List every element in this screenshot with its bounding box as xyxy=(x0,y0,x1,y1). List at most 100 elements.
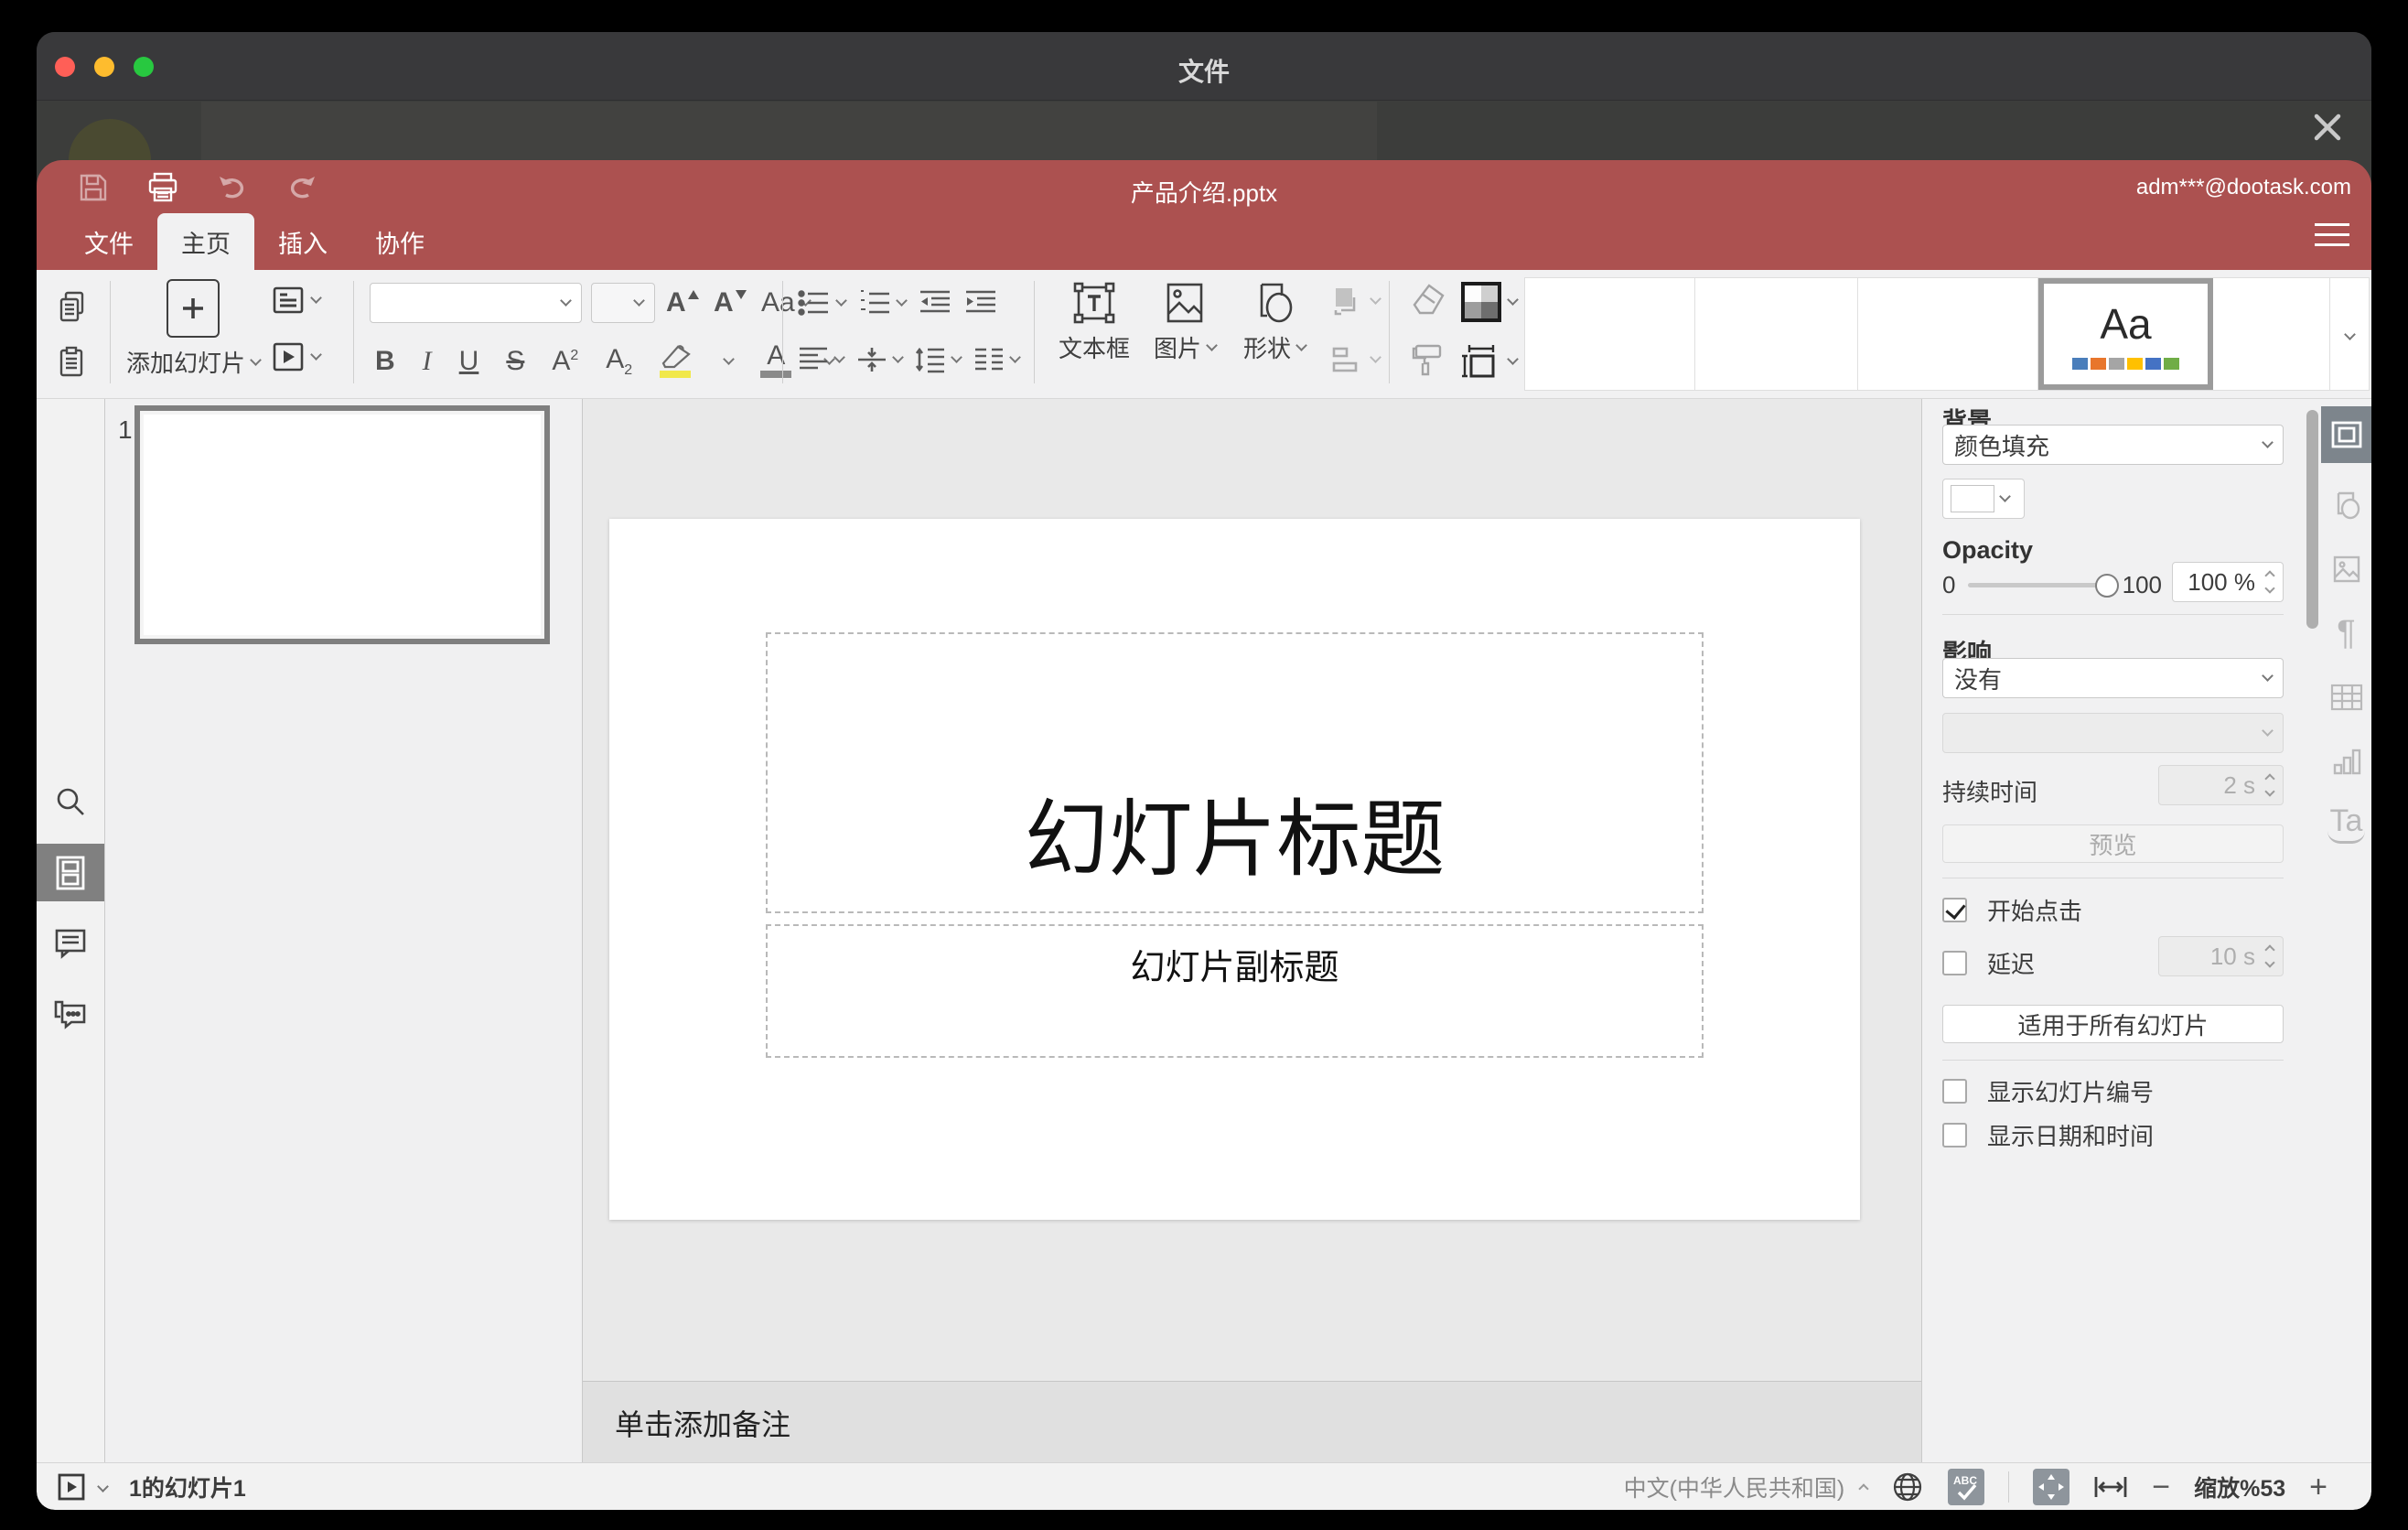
tab-file[interactable]: 文件 xyxy=(60,213,157,270)
add-slide-label: 添加幻灯片 xyxy=(125,350,245,377)
delay-label: 延迟 xyxy=(1987,951,2036,978)
show-date-time-checkbox[interactable] xyxy=(1942,1123,1967,1148)
start-on-click-checkbox[interactable] xyxy=(1942,898,1967,922)
opacity-slider[interactable]: 0 100 xyxy=(1942,571,2162,599)
align-objects-icon[interactable] xyxy=(1328,341,1381,378)
delay-checkbox[interactable] xyxy=(1942,951,1967,975)
opacity-value-spinner[interactable]: 100 % xyxy=(2172,562,2284,602)
slide-thumbnail[interactable] xyxy=(134,405,550,644)
image-button[interactable]: 图片 xyxy=(1145,279,1224,364)
slides-panel-icon[interactable] xyxy=(37,844,104,901)
shape-settings-icon[interactable] xyxy=(2321,479,2371,531)
set-language-icon[interactable] xyxy=(1891,1471,1924,1503)
decrease-indent-icon[interactable] xyxy=(919,288,951,318)
font-color-icon[interactable]: A xyxy=(760,342,792,378)
tab-collaborate[interactable]: 协作 xyxy=(351,213,448,270)
document-title: 产品介绍.pptx xyxy=(1130,179,1278,207)
decrease-font-icon[interactable]: A xyxy=(714,283,747,323)
theme-option-3[interactable] xyxy=(1858,278,2038,390)
subtitle-placeholder[interactable]: 幻灯片副标题 xyxy=(766,924,1704,1058)
slide-size-icon[interactable] xyxy=(1460,343,1519,380)
paragraph-settings-icon[interactable]: ¶ xyxy=(2321,608,2371,659)
title-placeholder[interactable]: 幻灯片标题 xyxy=(766,632,1704,913)
menu-icon[interactable] xyxy=(2315,216,2349,253)
superscript-icon[interactable]: A2 xyxy=(552,346,578,377)
duration-spinner[interactable]: 2 s xyxy=(2158,765,2284,805)
effect-select[interactable]: 没有 xyxy=(1942,658,2284,698)
table-settings-icon[interactable] xyxy=(2321,672,2371,723)
opacity-label: Opacity xyxy=(1942,536,2034,564)
panel-scrollbar[interactable] xyxy=(2306,410,2318,629)
effect-variant-select[interactable] xyxy=(1942,713,2284,753)
theme-option-2[interactable] xyxy=(1695,278,1858,390)
increase-indent-icon[interactable] xyxy=(964,288,997,318)
horizontal-align-icon[interactable] xyxy=(798,346,845,373)
fill-type-select[interactable]: 颜色填充 xyxy=(1942,425,2284,465)
show-slide-number-checkbox[interactable] xyxy=(1942,1079,1967,1104)
paste-icon[interactable] xyxy=(49,338,97,385)
clear-style-icon[interactable] xyxy=(1405,283,1446,316)
theme-option-5[interactable] xyxy=(2213,278,2330,390)
copy-icon[interactable] xyxy=(49,283,97,330)
underline-icon[interactable]: U xyxy=(459,346,479,377)
text-art-settings-icon[interactable]: Ta xyxy=(2321,798,2371,849)
fill-color-swatch[interactable] xyxy=(1942,479,2025,519)
increase-font-icon[interactable]: A xyxy=(666,283,699,323)
bullet-list-icon[interactable] xyxy=(798,288,847,318)
zoom-in-icon[interactable]: + xyxy=(2309,1471,2327,1503)
notes-area[interactable]: 单击添加备注 xyxy=(583,1381,1921,1463)
font-size-select[interactable] xyxy=(591,283,655,323)
theme-option-selected[interactable]: Aa xyxy=(2038,278,2213,390)
copy-style-icon[interactable] xyxy=(1409,341,1446,378)
theme-gallery: Aa xyxy=(1524,277,2331,391)
chat-icon[interactable] xyxy=(37,988,104,1040)
comments-icon[interactable] xyxy=(37,917,104,968)
slide-layout-icon[interactable] xyxy=(271,283,322,318)
image-settings-icon[interactable] xyxy=(2321,544,2371,595)
slide-settings-icon[interactable] xyxy=(2321,406,2371,463)
highlight-color-icon[interactable] xyxy=(660,345,692,378)
fit-to-slide-icon[interactable] xyxy=(2033,1468,2070,1505)
apply-to-all-button[interactable]: 适用于所有幻灯片 xyxy=(1942,1005,2284,1043)
chart-settings-icon[interactable] xyxy=(2321,736,2371,787)
strikethrough-icon[interactable]: S xyxy=(506,346,524,377)
columns-icon[interactable] xyxy=(973,346,1021,373)
right-settings-rail: ¶ Ta xyxy=(2321,399,2371,1462)
search-icon[interactable] xyxy=(37,776,104,827)
start-slideshow-icon[interactable] xyxy=(271,339,322,374)
titlebar: 文件 xyxy=(37,32,2371,101)
opacity-slider-knob[interactable] xyxy=(2094,573,2119,598)
numbered-list-icon[interactable] xyxy=(858,288,908,318)
spell-check-icon[interactable]: ABC xyxy=(1948,1468,1985,1505)
shape-button[interactable]: 形状 xyxy=(1233,279,1316,364)
theme-palette xyxy=(2072,357,2179,370)
slide-thumbnails-panel: 1 xyxy=(105,399,583,1462)
font-name-select[interactable] xyxy=(370,283,582,323)
tab-home[interactable]: 主页 xyxy=(157,213,254,270)
arrange-icon[interactable] xyxy=(1328,283,1381,319)
slide-indicator: 1的幻灯片1 xyxy=(129,1475,246,1502)
close-icon[interactable] xyxy=(2307,107,2348,147)
show-slide-number-row: 显示幻灯片编号 xyxy=(1942,1074,2154,1108)
line-spacing-icon[interactable] xyxy=(915,346,962,373)
start-slideshow-status-icon[interactable] xyxy=(57,1472,86,1502)
language-selector[interactable]: 中文(中华人民共和国) xyxy=(1624,1471,1869,1503)
slide-canvas[interactable]: 幻灯片标题 幻灯片副标题 xyxy=(609,519,1860,1220)
bold-icon[interactable]: B xyxy=(375,346,395,377)
text-box-button[interactable]: 文本框 xyxy=(1052,279,1136,364)
tab-insert[interactable]: 插入 xyxy=(254,213,351,270)
theme-option-1[interactable] xyxy=(1525,278,1695,390)
slideshow-options-chevron-icon[interactable] xyxy=(97,1481,109,1492)
theme-gallery-expand-icon[interactable] xyxy=(2329,277,2370,391)
vertical-align-icon[interactable] xyxy=(856,346,904,373)
user-email: adm***@dootask.com xyxy=(2135,175,2351,199)
zoom-out-icon[interactable]: − xyxy=(2152,1471,2170,1503)
preview-button[interactable]: 预览 xyxy=(1942,824,2284,863)
add-slide-button[interactable]: 添加幻灯片 xyxy=(124,277,262,391)
italic-icon[interactable]: I xyxy=(423,346,432,377)
fit-to-width-icon[interactable] xyxy=(2093,1473,2128,1501)
delay-spinner[interactable]: 10 s xyxy=(2158,936,2284,976)
delay-row: 延迟 xyxy=(1942,946,2035,980)
subscript-icon[interactable]: A2 xyxy=(606,344,632,379)
color-scheme-icon[interactable] xyxy=(1460,281,1519,323)
